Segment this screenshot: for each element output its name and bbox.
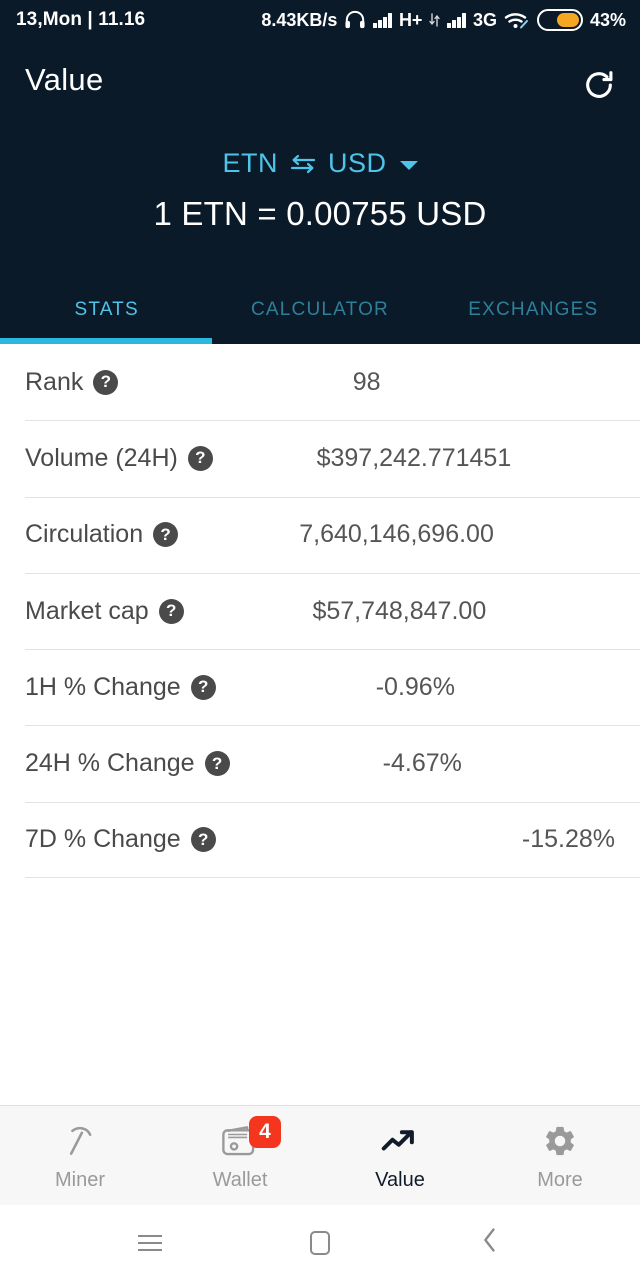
stat-value-volume-24h: $397,242.771451 — [316, 443, 512, 472]
help-icon[interactable]: ? — [187, 445, 213, 471]
help-icon[interactable]: ? — [153, 522, 179, 548]
stat-label-text: Rank — [25, 367, 84, 396]
status-bar-datetime: 13,Mon | 11.16 — [16, 9, 146, 30]
tab-stats-label: STATS — [74, 299, 139, 320]
wifi-icon — [504, 10, 530, 30]
stat-label-text: Circulation — [25, 520, 144, 549]
stat-label-text: Volume (24H) — [25, 443, 178, 472]
exchange-rate-label: 1 ETN = 0.00755 USD — [153, 195, 487, 232]
stat-label-24h-change: 24H % Change ? — [25, 749, 230, 778]
help-icon[interactable]: ? — [158, 598, 184, 624]
battery-icon — [536, 9, 583, 31]
stat-label-7d-change: 7D % Change ? — [25, 825, 216, 854]
stat-value-rank: 98 — [352, 367, 381, 396]
table-row: Market cap ? $57,748,847.00 — [0, 572, 640, 649]
stat-label-rank: Rank ? — [25, 367, 119, 397]
table-row: Circulation ? 7,640,146,696.00 — [0, 496, 640, 573]
app-screen: 13,Mon | 11.16 8.43KB/s H+ 3G 43% Value … — [0, 0, 640, 1280]
nav-label-more: More — [537, 1168, 583, 1191]
refresh-icon — [582, 68, 616, 107]
signal-bars-icon-2 — [447, 12, 466, 28]
swap-arrows-icon — [289, 153, 317, 175]
wallet-icon: 4 — [221, 1115, 281, 1162]
tab-calculator-label: CALCULATOR — [250, 299, 389, 320]
gear-icon — [542, 1120, 578, 1162]
tab-exchanges-label: EXCHANGES — [468, 299, 599, 320]
nav-label-value: Value — [375, 1168, 425, 1191]
currency-pair-selector[interactable]: ETN USD — [0, 148, 640, 179]
nav-item-miner[interactable]: Miner — [0, 1106, 160, 1205]
table-row: Rank ? 98 — [0, 344, 640, 420]
tab-stats[interactable]: STATS — [0, 282, 213, 344]
network-type-label: H+ — [398, 9, 423, 30]
nav-label-wallet: Wallet — [212, 1168, 268, 1191]
home-icon — [310, 1230, 330, 1255]
pair-to-label: USD — [327, 148, 387, 178]
nav-item-value[interactable]: Value — [320, 1106, 480, 1205]
help-icon[interactable]: ? — [190, 827, 216, 853]
stat-value-circulation: 7,640,146,696.00 — [299, 520, 494, 549]
help-icon[interactable]: ? — [204, 751, 230, 777]
battery-percent-label: 43% — [589, 9, 626, 30]
home-button[interactable] — [290, 1218, 350, 1268]
page-title: Value — [25, 62, 104, 97]
menu-icon — [138, 1234, 162, 1251]
pair-from-label: ETN — [222, 148, 278, 178]
data-transfer-icon — [429, 13, 441, 27]
menu-button[interactable] — [120, 1218, 180, 1268]
nav-item-wallet[interactable]: 4 Wallet — [160, 1106, 320, 1205]
stat-label-circulation: Circulation ? — [25, 520, 179, 549]
app-header: Value ETN USD 1 ETN = 0.00755 USD STATS … — [0, 40, 640, 344]
tab-calculator[interactable]: CALCULATOR — [213, 282, 426, 344]
nav-label-miner: Miner — [54, 1168, 105, 1191]
status-bar-icons: 8.43KB/s H+ 3G 43% — [261, 9, 626, 31]
table-row: 1H % Change ? -0.96% — [0, 649, 640, 725]
wallet-badge: 4 — [249, 1115, 281, 1148]
stats-list: Rank ? 98 Volume (24H) ? $397,242.771451… — [0, 344, 640, 879]
help-icon[interactable]: ? — [93, 369, 119, 395]
stat-label-volume-24h: Volume (24H) ? — [25, 444, 213, 473]
stat-label-text: Market cap — [25, 596, 149, 625]
chevron-down-icon — [399, 160, 418, 170]
signal-bars-icon — [373, 12, 392, 28]
nav-item-more[interactable]: More — [480, 1106, 640, 1205]
stat-value-market-cap: $57,748,847.00 — [312, 596, 487, 625]
tab-bar: STATS CALCULATOR EXCHANGES — [0, 282, 640, 344]
network-speed-label: 8.43KB/s — [261, 9, 338, 30]
back-button[interactable] — [460, 1218, 520, 1268]
tab-exchanges[interactable]: EXCHANGES — [427, 282, 640, 344]
network-generation-label: 3G — [472, 9, 497, 30]
back-icon — [480, 1226, 500, 1259]
status-bar: 13,Mon | 11.16 8.43KB/s H+ 3G 43% — [0, 0, 640, 40]
table-row: 7D % Change ? -15.28% — [0, 801, 640, 879]
table-row: 24H % Change ? -4.67% — [0, 725, 640, 801]
table-row: Volume (24H) ? $397,242.771451 — [0, 420, 640, 496]
stat-label-text: 7D % Change — [25, 825, 181, 854]
bottom-navigation: Miner 4 Wallet Value More — [0, 1105, 640, 1205]
stat-value-1h-change: -0.96% — [375, 672, 455, 701]
help-icon[interactable]: ? — [190, 674, 216, 700]
stat-label-market-cap: Market cap ? — [25, 597, 184, 626]
stat-value-24h-change: -4.67% — [382, 749, 462, 778]
headphone-icon — [344, 10, 366, 30]
stat-label-1h-change: 1H % Change ? — [25, 673, 216, 702]
stat-label-text: 1H % Change — [25, 672, 181, 701]
android-navigation-bar — [0, 1205, 640, 1280]
pickaxe-icon — [61, 1120, 99, 1162]
trending-up-icon — [380, 1120, 420, 1162]
refresh-button[interactable] — [576, 64, 622, 110]
stat-label-text: 24H % Change — [25, 749, 195, 778]
stat-value-7d-change: -15.28% — [521, 825, 615, 854]
